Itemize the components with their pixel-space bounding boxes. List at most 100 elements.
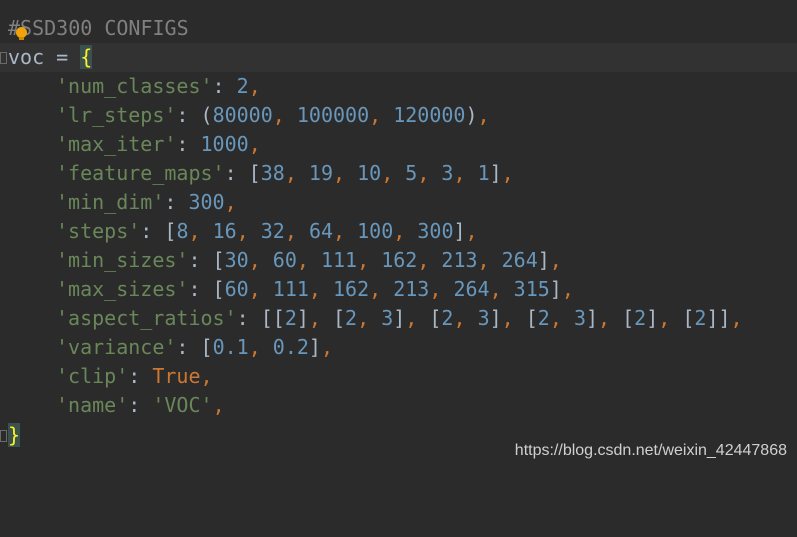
number-value: 3 — [477, 306, 490, 330]
string-value: 'VOC' — [152, 393, 213, 417]
number-value: 2 — [284, 306, 297, 330]
open-bracket: [ — [682, 306, 695, 330]
comma: , — [248, 248, 273, 272]
number-value: 2 — [441, 306, 454, 330]
dict-key: 'steps' — [56, 219, 141, 243]
number-value: 213 — [441, 248, 478, 272]
comma: , — [417, 248, 442, 272]
number-value: 2 — [345, 306, 358, 330]
dict-key: 'aspect_ratios' — [56, 306, 237, 330]
number-value: 162 — [333, 277, 370, 301]
number-value: 64 — [308, 219, 334, 243]
dict-open-line: voc = { — [0, 43, 797, 72]
number-value: 38 — [260, 161, 285, 185]
comma: , — [357, 248, 382, 272]
number-value: 30 — [224, 248, 249, 272]
trailing-comma: , — [501, 161, 514, 185]
code-line: 'variance': [0.1, 0.2], — [0, 333, 797, 362]
dict-key: 'max_sizes' — [56, 277, 189, 301]
colon: : — [128, 393, 153, 417]
trailing-comma: , — [477, 103, 490, 127]
comment-line: #SSD300 CONFIGS — [0, 14, 797, 43]
code-line: 'lr_steps': (80000, 100000, 120000), — [0, 101, 797, 130]
fold-icon[interactable] — [0, 52, 7, 64]
close-bracket: ] — [489, 161, 502, 185]
open-bracket: [ — [272, 306, 285, 330]
open-bracket: [ — [164, 219, 177, 243]
lightbulb-icon[interactable] — [16, 27, 27, 40]
trailing-comma: , — [224, 190, 237, 214]
comma: , — [248, 277, 273, 301]
number-value: 111 — [320, 248, 358, 272]
dict-key: 'name' — [56, 393, 129, 417]
number-value: 2 — [694, 306, 707, 330]
open-bracket: [ — [260, 306, 273, 330]
number-value: 213 — [393, 277, 430, 301]
number-value: 300 — [188, 190, 225, 214]
comma: , — [369, 103, 394, 127]
comma: , — [453, 161, 478, 185]
comma: , — [489, 277, 514, 301]
comma: , — [549, 306, 574, 330]
close-bracket: ] — [296, 306, 309, 330]
dict-key: 'variance' — [56, 335, 177, 359]
comment-text: SSD300 CONFIGS — [20, 16, 189, 40]
code-editor[interactable]: #SSD300 CONFIGS voc = { 'num_classes': 2… — [0, 0, 797, 470]
open-brace: { — [80, 45, 93, 69]
trailing-comma: , — [248, 132, 261, 156]
fold-icon[interactable] — [0, 430, 7, 442]
code-line: 'aspect_ratios': [[2], [2, 3], [2, 3], [… — [0, 304, 797, 333]
close-brace: } — [8, 423, 21, 447]
keyword-value: True — [152, 364, 201, 388]
close-bracket: ] — [646, 306, 659, 330]
open-bracket: [ — [525, 306, 538, 330]
number-value: 3 — [381, 306, 394, 330]
colon: : — [164, 190, 189, 214]
colon: : — [128, 364, 153, 388]
trailing-comma: , — [730, 306, 743, 330]
code-line: 'max_iter': 1000, — [0, 130, 797, 159]
dict-key: 'clip' — [56, 364, 129, 388]
close-bracket: ] — [308, 335, 321, 359]
close-bracket: ] — [549, 277, 562, 301]
comma: , — [477, 248, 502, 272]
comma: , — [188, 219, 213, 243]
colon: : — [176, 335, 201, 359]
comma: , — [308, 277, 333, 301]
comma: , — [405, 306, 430, 330]
trailing-comma: , — [561, 277, 574, 301]
comma: , — [658, 306, 683, 330]
dict-key: 'num_classes' — [56, 74, 213, 98]
dict-key: 'lr_steps' — [56, 103, 177, 127]
number-value: 100 — [357, 219, 394, 243]
code-line: 'feature_maps': [38, 19, 10, 5, 3, 1], — [0, 159, 797, 188]
colon: : — [224, 161, 249, 185]
number-value: 60 — [224, 277, 249, 301]
comma: , — [381, 161, 406, 185]
number-value: 1 — [477, 161, 490, 185]
code-line: 'steps': [8, 16, 32, 64, 100, 300], — [0, 217, 797, 246]
code-line: 'min_dim': 300, — [0, 188, 797, 217]
number-value: 16 — [212, 219, 237, 243]
comma: , — [284, 219, 309, 243]
trailing-comma: , — [465, 219, 478, 243]
comma: , — [333, 161, 358, 185]
variable-name: voc — [8, 45, 45, 69]
dict-key: 'min_sizes' — [56, 248, 189, 272]
number-value: 5 — [405, 161, 418, 185]
open-bracket: [ — [248, 161, 261, 185]
comma: , — [598, 306, 623, 330]
number-value: 264 — [501, 248, 538, 272]
close-bracket: ] — [537, 248, 550, 272]
close-bracket: ) — [465, 103, 478, 127]
assign-operator: = — [44, 45, 81, 69]
comma: , — [501, 306, 526, 330]
close-bracket: ] — [489, 306, 502, 330]
number-value: 80000 — [212, 103, 273, 127]
comma: , — [417, 161, 442, 185]
close-bracket: ] — [718, 306, 731, 330]
number-value: 0.2 — [272, 335, 309, 359]
colon: : — [236, 306, 261, 330]
comma: , — [248, 335, 273, 359]
number-value: 8 — [176, 219, 189, 243]
